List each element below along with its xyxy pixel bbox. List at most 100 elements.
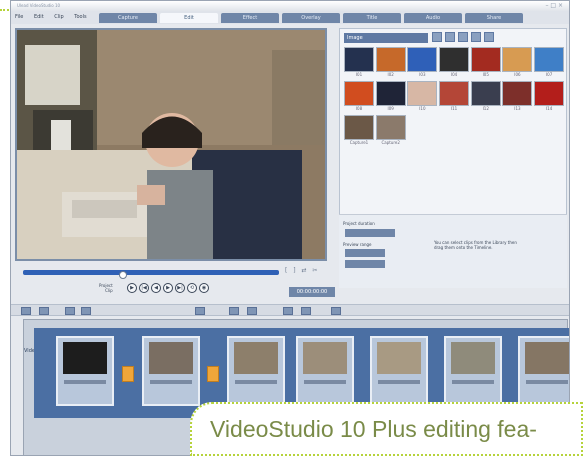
- library-item[interactable]: I06: [502, 47, 533, 77]
- next-frame-button[interactable]: ▶: [163, 283, 173, 293]
- options-icon[interactable]: [471, 32, 481, 42]
- clip-thumbnail: [377, 342, 421, 374]
- tab-capture[interactable]: Capture: [99, 13, 157, 23]
- transition[interactable]: [207, 366, 219, 382]
- tab-effect[interactable]: Effect: [221, 13, 279, 23]
- playback-controls: [ ] ⇄ ✂ Project Clip ▶ |◀ ◀ ▶ ▶| ⟲ ◉ 00:…: [23, 263, 338, 303]
- thumbnail: [502, 47, 533, 72]
- redo-icon[interactable]: [81, 307, 91, 315]
- clip-thumbnail: [149, 342, 193, 374]
- library-item[interactable]: Capture1: [344, 115, 374, 145]
- timeline-clip[interactable]: [227, 336, 285, 406]
- minimize-button[interactable]: –: [545, 2, 548, 9]
- library-tools: [432, 32, 497, 42]
- timeline-toolbar: [11, 304, 569, 316]
- thumb-label: I11: [450, 106, 458, 111]
- menu-file[interactable]: File: [15, 14, 23, 20]
- smartproxy-icon[interactable]: [331, 307, 341, 315]
- timecode-display[interactable]: 00:00:00:00: [289, 287, 335, 297]
- maximize-button[interactable]: □: [550, 2, 556, 9]
- thumbnail: [344, 81, 374, 106]
- scrub-handle[interactable]: [119, 271, 127, 279]
- tab-overlay[interactable]: Overlay: [282, 13, 340, 23]
- window-title: Ulead VideoStudio 10: [17, 3, 61, 8]
- transition[interactable]: [122, 366, 134, 382]
- library-item[interactable]: I01: [344, 47, 374, 77]
- tab-edit[interactable]: Edit: [160, 13, 218, 23]
- library-item[interactable]: I11: [439, 81, 470, 111]
- timeline-clip[interactable]: [142, 336, 200, 406]
- play-button[interactable]: ▶: [127, 283, 137, 293]
- library-hint: You can select clips from the Library th…: [434, 240, 517, 250]
- menu-edit[interactable]: Edit: [34, 14, 44, 20]
- close-panel-icon[interactable]: [484, 32, 494, 42]
- volume-button[interactable]: ◉: [199, 283, 209, 293]
- thumbnail: [375, 47, 406, 72]
- clip-mode-label[interactable]: Clip: [99, 288, 113, 293]
- library-item[interactable]: I09: [375, 81, 406, 111]
- clip-thumbnail: [525, 342, 569, 374]
- library-item[interactable]: I05: [470, 47, 501, 77]
- preview-window[interactable]: [15, 28, 327, 261]
- import-icon[interactable]: [432, 32, 442, 42]
- end-button[interactable]: ▶|: [175, 283, 185, 293]
- preview-range-end[interactable]: [345, 260, 385, 268]
- undo-icon[interactable]: [65, 307, 75, 315]
- timeline-clip[interactable]: [370, 336, 428, 406]
- view-icon[interactable]: [458, 32, 468, 42]
- library-item[interactable]: I03: [407, 47, 438, 77]
- library-item[interactable]: Capture2: [375, 115, 406, 145]
- trim-markers[interactable]: [ ] ⇄ ✂: [285, 267, 319, 274]
- home-button[interactable]: |◀: [139, 283, 149, 293]
- scrub-bar[interactable]: [23, 270, 279, 279]
- tab-title[interactable]: Title: [343, 13, 401, 23]
- thumbnail: [407, 81, 438, 106]
- zoom-out-icon[interactable]: [247, 307, 257, 315]
- library-item[interactable]: I08: [344, 81, 374, 111]
- tab-audio[interactable]: Audio: [404, 13, 462, 23]
- library-item[interactable]: I10: [407, 81, 438, 111]
- previous-frame-button[interactable]: ◀: [151, 283, 161, 293]
- timeline-clip[interactable]: [56, 336, 114, 406]
- clip-duration: [150, 380, 192, 384]
- library-item[interactable]: I12: [470, 81, 501, 111]
- library-grid: I01 I02 I03 I04 I05 I06 I07 I08 I09 I10 …: [344, 47, 566, 149]
- tab-share[interactable]: Share: [465, 13, 523, 23]
- app-window: Ulead VideoStudio 10 – □ × File Edit Cli…: [10, 0, 570, 456]
- thumb-label: I14: [545, 106, 553, 111]
- library-item[interactable]: I07: [534, 47, 565, 77]
- zoom-in-icon[interactable]: [229, 307, 239, 315]
- chapter-icon[interactable]: [301, 307, 311, 315]
- preview-range-start[interactable]: [345, 249, 385, 257]
- fit-icon[interactable]: [283, 307, 293, 315]
- library-item[interactable]: I02: [375, 47, 406, 77]
- library-category-select[interactable]: Image: [344, 33, 428, 43]
- timeline-clip[interactable]: [296, 336, 354, 406]
- folder-icon[interactable]: [445, 32, 455, 42]
- caption-text: VideoStudio 10 Plus editing fea-: [210, 416, 537, 442]
- timeline-view-icon[interactable]: [39, 307, 49, 315]
- storyboard-view-icon[interactable]: [21, 307, 31, 315]
- clip-duration: [452, 380, 494, 384]
- library-item[interactable]: I13: [502, 81, 533, 111]
- play-mode-labels[interactable]: Project Clip: [99, 283, 113, 293]
- clip-duration: [378, 380, 420, 384]
- step-tabs: Capture Edit Effect Overlay Title Audio …: [99, 13, 526, 23]
- library-item[interactable]: I14: [534, 81, 565, 111]
- timeline-clip[interactable]: [518, 336, 569, 406]
- split-icon[interactable]: [195, 307, 205, 315]
- timeline-clip[interactable]: [444, 336, 502, 406]
- close-button[interactable]: ×: [558, 2, 563, 9]
- caption-overflow: [210, 448, 570, 454]
- thumbnail: [534, 81, 565, 106]
- menu-clip[interactable]: Clip: [54, 14, 63, 20]
- thumb-label: I08: [355, 106, 363, 111]
- project-duration-label: Project duration: [343, 221, 375, 226]
- repeat-button[interactable]: ⟲: [187, 283, 197, 293]
- window-controls[interactable]: – □ ×: [545, 1, 563, 11]
- library-item[interactable]: I04: [439, 47, 470, 77]
- project-duration-value: [345, 229, 395, 237]
- menu-tools[interactable]: Tools: [74, 14, 86, 20]
- menu-bar: File Edit Clip Tools: [15, 14, 96, 20]
- clip-duration: [526, 380, 568, 384]
